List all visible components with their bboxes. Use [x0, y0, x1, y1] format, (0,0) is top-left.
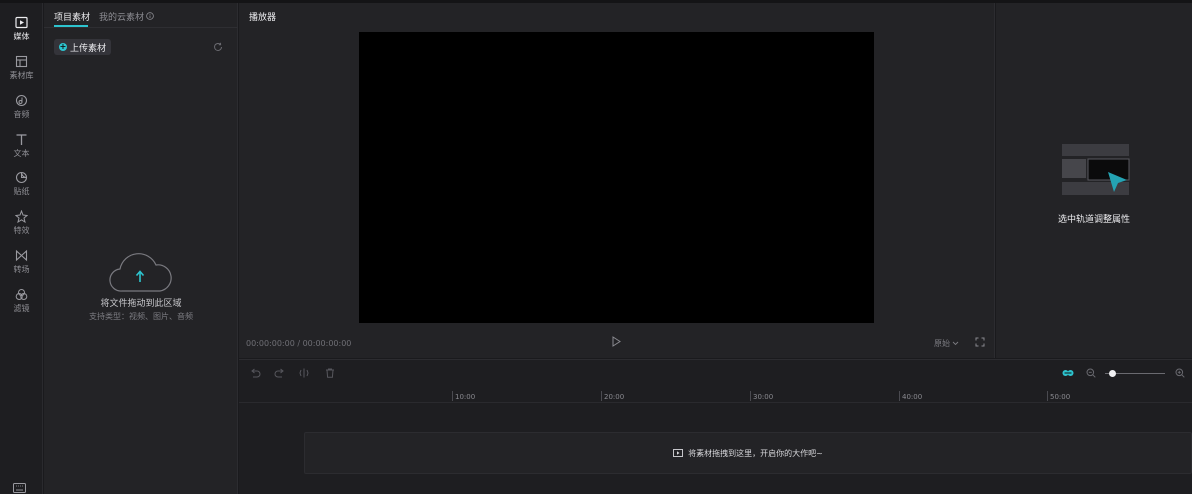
video-clip-icon	[673, 449, 684, 457]
properties-panel: 选中轨道调整属性	[996, 3, 1192, 358]
library-icon	[15, 55, 28, 68]
redo-icon[interactable]	[274, 368, 285, 378]
timeline-toolbar	[239, 360, 1192, 387]
chevron-down-icon	[952, 341, 959, 346]
rail-label: 转场	[13, 265, 30, 274]
audio-icon	[15, 94, 28, 107]
rail-label: 媒体	[13, 32, 30, 41]
fullscreen-icon[interactable]	[975, 337, 985, 347]
ruler-tick	[899, 391, 900, 401]
rail-item-media[interactable]: 媒体	[0, 16, 43, 52]
zoom-slider-handle[interactable]	[1108, 370, 1116, 377]
rail-label: 文本	[13, 149, 30, 158]
filter-icon	[15, 289, 28, 300]
info-icon[interactable]	[146, 12, 154, 20]
upload-button[interactable]: + 上传素材	[54, 39, 111, 55]
tab-cloud-assets[interactable]: 我的云素材	[99, 10, 144, 23]
aspect-ratio-value: 原始	[934, 339, 950, 348]
aspect-ratio-dropdown[interactable]: 原始	[934, 338, 959, 349]
rail-item-filter[interactable]: 滤镜	[0, 288, 43, 324]
cloud-upload-icon[interactable]	[108, 251, 172, 293]
ruler-tick	[601, 391, 602, 401]
media-icon	[15, 16, 28, 29]
rail-item-audio[interactable]: 音频	[0, 94, 43, 130]
sticker-icon	[15, 171, 28, 184]
rail-label: 素材库	[9, 71, 34, 80]
rail-label: 特效	[13, 226, 30, 235]
player-title: 播放器	[249, 13, 277, 23]
rail-label: 贴纸	[13, 187, 30, 196]
ruler-tick	[1047, 391, 1048, 401]
link-icon[interactable]	[1062, 368, 1074, 378]
track-hint: 将素材拖拽到这里，开启你的大作吧~	[688, 448, 823, 458]
ruler-label: 20:00	[604, 393, 625, 401]
media-panel: 项目素材 我的云素材 + 上传素材 将文件拖动到此区域 支持类型：视频、图片、音…	[44, 3, 238, 494]
active-tab-indicator	[54, 25, 88, 27]
transition-icon	[15, 249, 28, 262]
preview-screen[interactable]	[359, 32, 874, 323]
left-nav-rail: 媒体 素材库 音频 文本 贴纸 特效 转场 滤镜	[0, 3, 43, 494]
drop-zone-subtitle: 支持类型：视频、图片、音频	[89, 312, 193, 321]
plus-icon: +	[59, 42, 67, 51]
rail-item-library[interactable]: 素材库	[0, 55, 43, 91]
main-track-dropzone[interactable]: 将素材拖拽到这里，开启你的大作吧~	[304, 432, 1192, 474]
timeline-ruler[interactable]: 10:00 20:00 30:00 40:00 50:00	[239, 387, 1192, 403]
keyboard-shortcuts-button[interactable]	[13, 483, 26, 494]
rail-item-text[interactable]: 文本	[0, 133, 43, 169]
rail-label: 滤镜	[13, 304, 30, 313]
properties-empty-text: 选中轨道调整属性	[1057, 215, 1130, 225]
effects-icon	[15, 210, 28, 223]
ruler-tick	[750, 391, 751, 401]
select-track-illustration	[1062, 144, 1130, 195]
undo-icon[interactable]	[250, 368, 261, 378]
timeline-panel: 10:00 20:00 30:00 40:00 50:00 将素材拖拽到这里，开…	[239, 359, 1192, 494]
ruler-label: 50:00	[1050, 393, 1071, 401]
refresh-icon[interactable]	[213, 42, 223, 52]
ruler-label: 10:00	[455, 393, 476, 401]
rail-label: 音频	[13, 110, 30, 119]
upload-label: 上传素材	[70, 43, 107, 54]
keyboard-icon	[13, 483, 26, 493]
drop-zone-title: 将文件拖动到此区域	[100, 299, 182, 309]
ruler-label: 40:00	[902, 393, 923, 401]
rail-item-effects[interactable]: 特效	[0, 210, 43, 246]
delete-icon[interactable]	[325, 368, 335, 378]
split-icon[interactable]	[299, 368, 309, 378]
rail-item-transition[interactable]: 转场	[0, 249, 43, 285]
rail-item-sticker[interactable]: 贴纸	[0, 171, 43, 207]
ruler-label: 30:00	[753, 393, 774, 401]
zoom-in-icon[interactable]	[1175, 368, 1185, 378]
player-panel: 播放器 00:00:00:00 / 00:00:00:00 原始	[239, 3, 995, 358]
ruler-tick	[452, 391, 453, 401]
text-icon	[16, 134, 27, 145]
zoom-out-icon[interactable]	[1086, 368, 1096, 378]
media-tabs: 项目素材 我的云素材	[44, 3, 238, 28]
player-timecode: 00:00:00:00 / 00:00:00:00	[246, 339, 352, 348]
play-icon[interactable]	[612, 336, 621, 347]
tab-project-assets[interactable]: 项目素材	[54, 10, 90, 23]
